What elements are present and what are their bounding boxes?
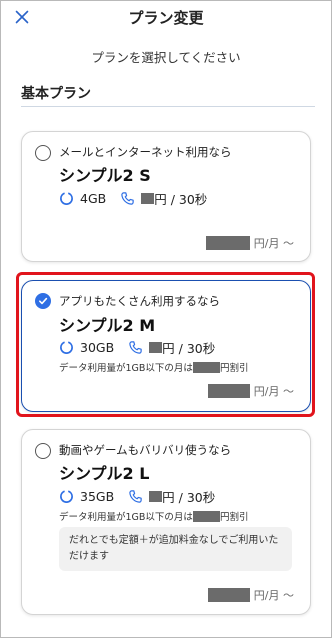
- redacted-price: [207, 588, 250, 602]
- plan-change-screen: プラン変更 プランを選択してください 基本プラン メールとインターネット利用なら…: [0, 0, 332, 638]
- page-subtitle: プランを選択してください: [91, 50, 241, 65]
- plan-price: 円/月 〜: [207, 587, 294, 603]
- discount-note-prefix: データ利用量が1GB以下の月は: [59, 512, 193, 523]
- redacted-discount: [192, 361, 220, 373]
- plan-spec-row: 30GB 円 / 30秒: [59, 338, 215, 357]
- plan-radio-s[interactable]: [35, 145, 51, 161]
- plan-card-s[interactable]: メールとインターネット利用なら シンプル2 S 4GB 円 / 30秒 円/月 …: [21, 131, 311, 262]
- price-unit: 円/月 〜: [253, 237, 294, 250]
- phone-icon: [129, 490, 142, 503]
- data-amount: 35GB: [80, 489, 115, 504]
- plan-price: 円/月 〜: [207, 383, 294, 399]
- data-capacity-icon: [60, 192, 73, 205]
- plan-spec-row: 35GB 円 / 30秒: [59, 487, 215, 506]
- top-bar: プラン変更: [1, 1, 331, 35]
- discount-note-suffix: 円割引: [219, 363, 249, 374]
- plan-radio-m[interactable]: [35, 293, 51, 309]
- plan-name: シンプル2 L: [59, 464, 150, 483]
- data-amount: 4GB: [80, 191, 107, 206]
- phone-icon: [129, 341, 142, 354]
- plan-lead-text: アプリもたくさん利用するなら: [59, 294, 220, 308]
- checkmark-icon: [39, 297, 48, 305]
- discount-note: データ利用量が1GB以下の月は 円割引: [59, 509, 248, 523]
- price-unit: 円/月 〜: [253, 385, 294, 398]
- redacted-call-rate: [149, 342, 163, 353]
- redacted-call-rate: [141, 193, 155, 204]
- plan-card-m[interactable]: アプリもたくさん利用するなら シンプル2 M 30GB 円 / 30秒 データ利…: [21, 280, 311, 412]
- section-title: 基本プラン: [21, 86, 91, 102]
- plan-info-box: だれとでも定額＋が追加料金なしでご利用いただけます: [59, 527, 292, 571]
- plan-spec-row: 4GB 円 / 30秒: [59, 189, 207, 208]
- data-capacity-icon: [60, 341, 73, 354]
- page-title: プラン変更: [128, 9, 204, 27]
- call-rate-suffix: 円 / 30秒: [154, 192, 208, 207]
- redacted-price: [205, 236, 250, 250]
- discount-note-prefix: データ利用量が1GB以下の月は: [59, 363, 193, 374]
- plan-lead-text: メールとインターネット利用なら: [59, 145, 232, 159]
- plan-lead-text: 動画やゲームもバリバリ使うなら: [59, 443, 232, 457]
- redacted-call-rate: [149, 491, 163, 502]
- data-capacity-icon: [60, 490, 73, 503]
- plan-name: シンプル2 M: [59, 316, 156, 335]
- discount-note-suffix: 円割引: [219, 512, 249, 523]
- plan-card-l[interactable]: 動画やゲームもバリバリ使うなら シンプル2 L 35GB 円 / 30秒 データ…: [21, 429, 311, 615]
- plan-radio-l[interactable]: [35, 443, 51, 459]
- call-rate-suffix: 円 / 30秒: [162, 490, 216, 505]
- price-unit: 円/月 〜: [253, 589, 294, 602]
- plan-price: 円/月 〜: [205, 235, 294, 251]
- call-rate-suffix: 円 / 30秒: [162, 341, 216, 356]
- redacted-price: [207, 384, 250, 398]
- discount-note: データ利用量が1GB以下の月は 円割引: [59, 360, 248, 374]
- phone-icon: [121, 192, 134, 205]
- redacted-discount: [192, 510, 220, 522]
- plan-name: シンプル2 S: [59, 166, 151, 185]
- data-amount: 30GB: [80, 340, 115, 355]
- section-divider: [21, 106, 315, 107]
